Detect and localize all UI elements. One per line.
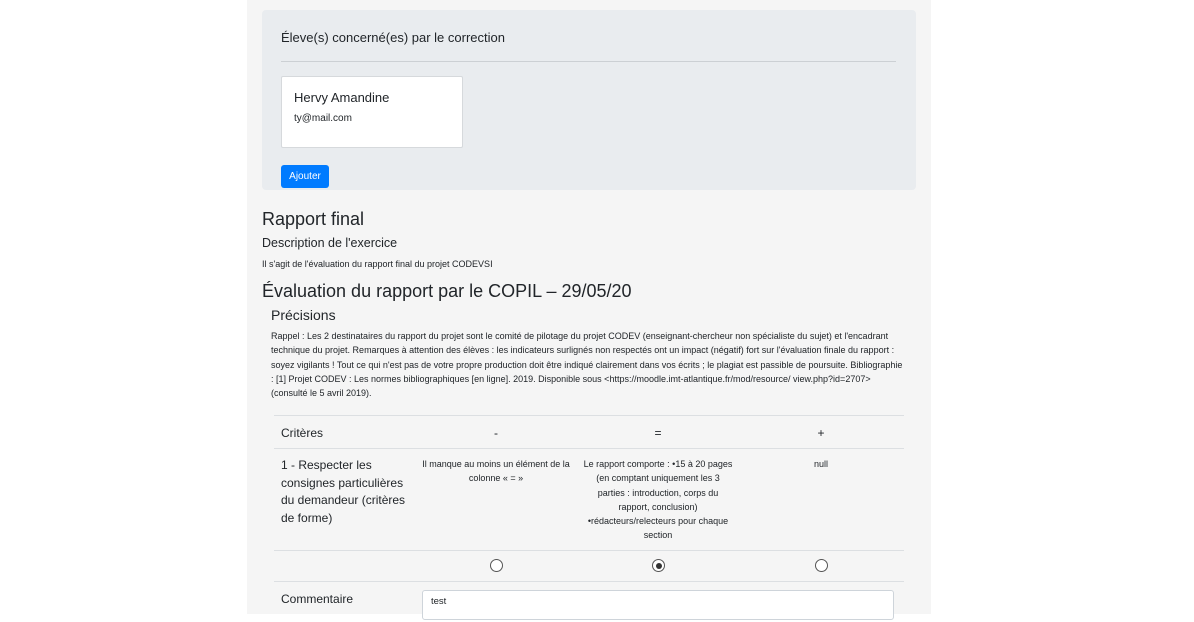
students-panel: Éleve(s) concerné(es) par le correction … (262, 10, 916, 190)
comment-input[interactable]: test (422, 590, 894, 620)
level-header-equal: = (654, 426, 662, 440)
criterion-level-plus-text: null (813, 459, 828, 469)
divider (281, 61, 896, 62)
comment-row: Commentaire test (274, 581, 904, 622)
level-minus-radio[interactable] (490, 559, 503, 572)
criterion-level-minus-text: Il manque au moins un élément de la colo… (422, 459, 570, 484)
criteria-header: Critères (281, 426, 324, 440)
add-student-button[interactable]: Ajouter (281, 165, 329, 188)
report-title: Rapport final (262, 209, 365, 229)
evaluation-title: Évaluation du rapport par le COPIL – 29/… (262, 281, 632, 301)
criterion-radio-row (274, 550, 904, 582)
precisions-heading: Précisions (271, 307, 336, 323)
criterion-row: 1 - Respecter les consignes particulière… (274, 448, 904, 551)
description-heading: Description de l'exercice (262, 236, 398, 250)
student-card: Hervy Amandine ty@mail.com (281, 76, 463, 148)
students-panel-title: Éleve(s) concerné(es) par le correction (281, 30, 505, 45)
level-equal-radio[interactable] (652, 559, 665, 572)
precisions-text: Rappel : Les 2 destinataires du rapport … (271, 331, 903, 399)
rubric-header-row: Critères - = + (274, 415, 904, 449)
page-container: Éleve(s) concerné(es) par le correction … (247, 0, 931, 620)
student-email: ty@mail.com (294, 113, 352, 124)
comment-label: Commentaire (281, 592, 354, 606)
level-header-minus: - (494, 426, 498, 440)
level-plus-radio[interactable] (815, 559, 828, 572)
student-name: Hervy Amandine (294, 90, 390, 105)
criterion-level-equal-text: Le rapport comporte : •15 à 20 pages (en… (583, 459, 733, 541)
level-header-plus: + (817, 426, 825, 440)
criterion-label: 1 - Respecter les consignes particulière… (281, 458, 406, 525)
description-text: Il s'agit de l'évaluation du rapport fin… (262, 259, 493, 269)
